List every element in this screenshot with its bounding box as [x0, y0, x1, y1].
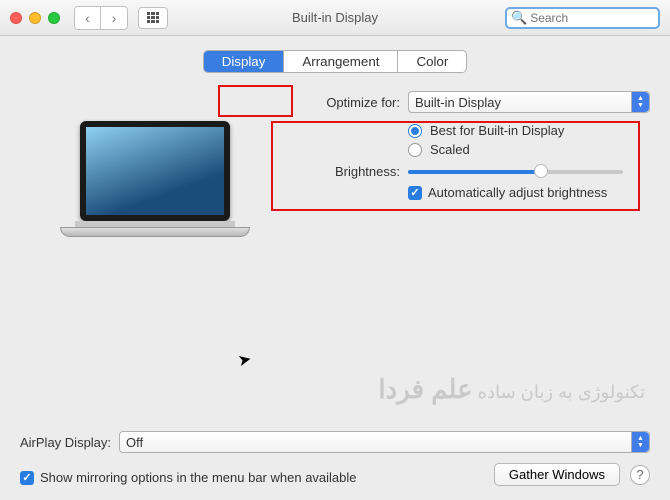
tab-arrangement[interactable]: Arrangement: [284, 51, 398, 72]
show-all-button[interactable]: [138, 7, 168, 29]
airplay-label: AirPlay Display:: [20, 435, 111, 450]
gather-windows-button[interactable]: Gather Windows: [494, 463, 620, 486]
display-illustration: [60, 121, 250, 261]
help-button[interactable]: ?: [630, 465, 650, 485]
optimize-for-value: Built-in Display: [415, 95, 501, 110]
cursor-icon: ➤: [236, 349, 253, 371]
airplay-value: Off: [126, 435, 143, 450]
optimize-for-select[interactable]: Built-in Display ▲▼: [408, 91, 650, 113]
radio-scaled-label: Scaled: [430, 142, 470, 157]
auto-brightness-checkbox[interactable]: [408, 186, 422, 200]
window-title: Built-in Display: [292, 10, 378, 25]
radio-best-label: Best for Built-in Display: [430, 123, 564, 138]
optimize-for-label: Optimize for:: [290, 95, 400, 110]
updown-icon: ▲▼: [631, 432, 649, 452]
auto-brightness-label: Automatically adjust brightness: [428, 185, 607, 200]
close-window-button[interactable]: [10, 12, 22, 24]
minimize-window-button[interactable]: [29, 12, 41, 24]
mirroring-checkbox[interactable]: [20, 471, 34, 485]
updown-icon: ▲▼: [631, 92, 649, 112]
watermark: تکنولوژی به زبان ساده علم فردا: [378, 374, 645, 405]
search-icon: 🔍: [511, 10, 527, 26]
mirroring-label: Show mirroring options in the menu bar w…: [40, 470, 357, 485]
auto-brightness-row: Automatically adjust brightness: [408, 185, 650, 200]
bottom-panel: AirPlay Display: Off ▲▼ Show mirroring o…: [0, 431, 670, 500]
search-input[interactable]: [530, 11, 670, 25]
tab-color[interactable]: Color: [398, 51, 466, 72]
titlebar: ‹ › Built-in Display 🔍 ✕: [0, 0, 670, 36]
radio-scaled[interactable]: [408, 143, 422, 157]
airplay-select[interactable]: Off ▲▼: [119, 431, 650, 453]
settings-panel: Optimize for: Built-in Display ▲▼ Best f…: [290, 91, 650, 200]
brightness-label: Brightness:: [290, 164, 400, 179]
zoom-window-button[interactable]: [48, 12, 60, 24]
window-controls: [10, 12, 60, 24]
display-preferences-window: { "titlebar": { "title": "Built-in Displ…: [0, 0, 670, 500]
radio-best-for-display[interactable]: [408, 124, 422, 138]
main-area: Optimize for: Built-in Display ▲▼ Best f…: [20, 91, 650, 311]
brightness-slider[interactable]: [408, 163, 623, 179]
back-button[interactable]: ‹: [75, 7, 101, 29]
tab-bar: Display Arrangement Color: [20, 50, 650, 73]
mirroring-row: Show mirroring options in the menu bar w…: [20, 470, 357, 485]
forward-button[interactable]: ›: [101, 7, 127, 29]
content-area: Display Arrangement Color Optimize for: …: [0, 36, 670, 500]
grid-icon: [147, 12, 159, 24]
nav-buttons: ‹ ›: [74, 6, 128, 30]
search-field[interactable]: 🔍 ✕: [505, 7, 660, 29]
tab-display[interactable]: Display: [204, 51, 285, 72]
